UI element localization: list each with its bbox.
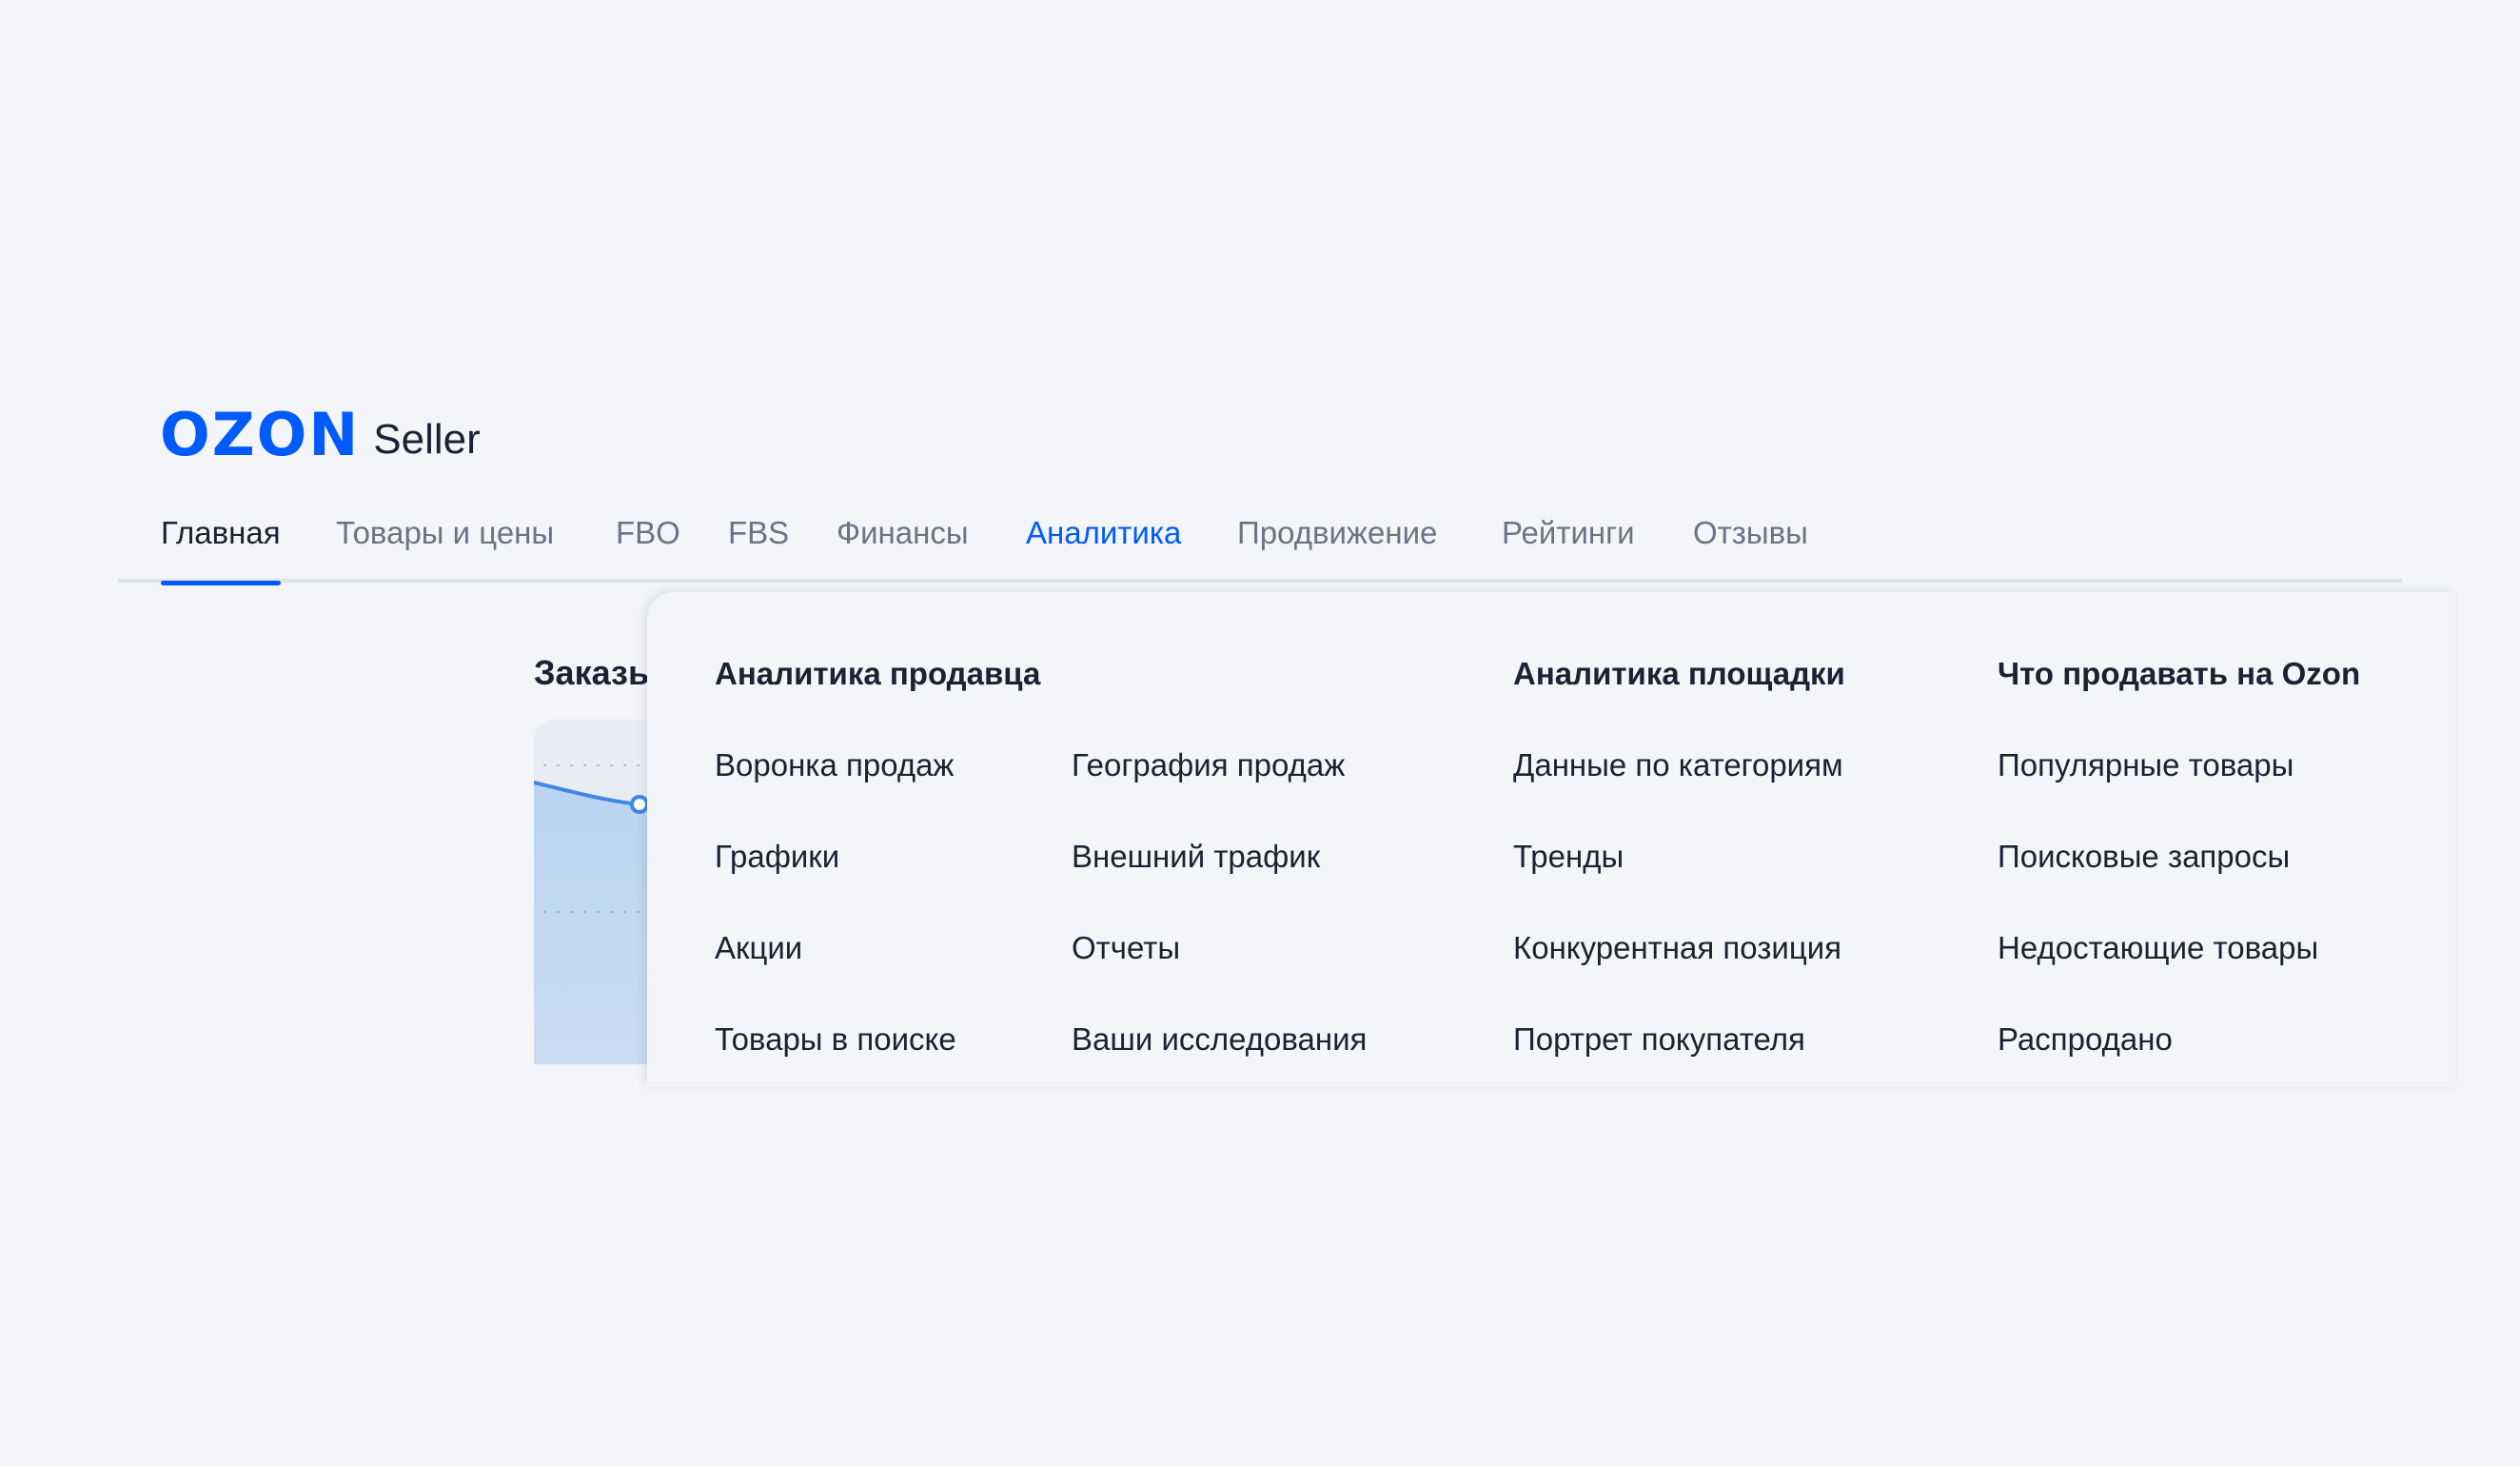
menu-link-category-data[interactable]: Данные по категориям — [1513, 746, 1843, 784]
nav-item-ratings[interactable]: Рейтинги — [1502, 514, 1635, 552]
menu-link-sold-out[interactable]: Распродано — [1998, 1020, 2173, 1059]
menu-link-your-research[interactable]: Ваши исследования — [1072, 1020, 1367, 1059]
what-to-sell-heading: Что продавать на Ozon — [1998, 656, 2361, 691]
logo-product: Seller — [373, 416, 481, 463]
nav-item-analytics[interactable]: Аналитика — [1026, 514, 1181, 552]
nav-item-promotion[interactable]: Продвижение — [1237, 514, 1437, 552]
main-nav: Главная Товары и цены FBO FBS Финансы Ан… — [118, 503, 2402, 585]
nav-item-reviews[interactable]: Отзывы — [1693, 514, 1808, 552]
menu-link-missing-products[interactable]: Недостающие товары — [1998, 929, 2318, 967]
menu-link-popular-products[interactable]: Популярные товары — [1998, 746, 2294, 784]
menu-link-search-products[interactable]: Товары в поиске — [715, 1020, 956, 1059]
menu-link-external-traffic[interactable]: Внешний трафик — [1072, 838, 1320, 876]
nav-item-fbo[interactable]: FBO — [616, 514, 680, 552]
menu-link-search-queries[interactable]: Поисковые запросы — [1998, 838, 2290, 876]
menu-link-reports[interactable]: Отчеты — [1072, 929, 1180, 967]
menu-link-sales-geography[interactable]: География продаж — [1072, 746, 1345, 784]
analytics-dropdown: Аналитика продавца Воронка продаж График… — [647, 592, 2455, 1087]
chart-point — [630, 795, 649, 814]
menu-link-buyer-portrait[interactable]: Портрет покупателя — [1513, 1020, 1805, 1059]
menu-link-competitive-position[interactable]: Конкурентная позиция — [1513, 929, 1841, 967]
seller-analytics-heading: Аналитика продавца — [715, 656, 1041, 691]
nav-item-home[interactable]: Главная — [161, 514, 281, 585]
nav-item-fbs[interactable]: FBS — [728, 514, 789, 552]
menu-link-trends[interactable]: Тренды — [1513, 838, 1624, 876]
menu-link-graphs[interactable]: Графики — [715, 838, 839, 876]
menu-link-sales-funnel[interactable]: Воронка продаж — [715, 746, 955, 784]
logo-brand: OZON — [160, 400, 361, 469]
nav-item-finance[interactable]: Финансы — [837, 514, 969, 552]
menu-link-promotions[interactable]: Акции — [715, 929, 802, 967]
platform-analytics-heading: Аналитика площадки — [1513, 656, 1845, 691]
ozon-seller-logo[interactable]: OZON Seller — [160, 398, 481, 465]
nav-item-products-prices[interactable]: Товары и цены — [336, 514, 554, 552]
